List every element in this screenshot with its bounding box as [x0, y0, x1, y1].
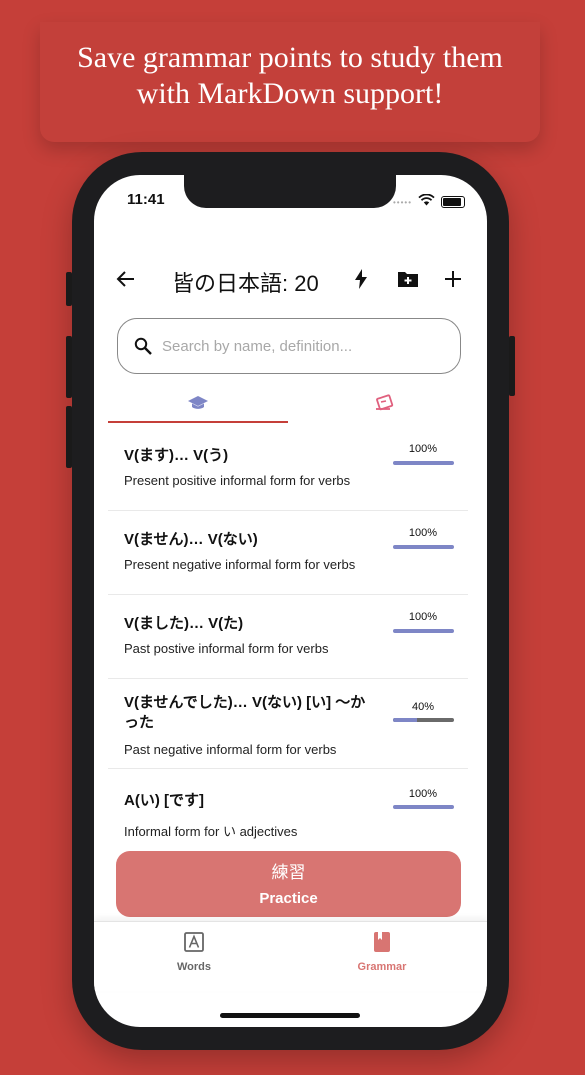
grammar-row[interactable]: V(ません)… V(ない) Present negative informal … — [108, 511, 468, 595]
flashcard-icon — [373, 393, 395, 417]
progress-label: 100% — [408, 443, 438, 455]
grammar-description: Past negative informal form for verbs — [124, 742, 337, 757]
progress-label: 100% — [408, 788, 438, 800]
grammar-description: Past postive informal form for verbs — [124, 641, 329, 656]
progress-label: 100% — [408, 611, 438, 623]
phone-volume-up — [66, 336, 72, 398]
phone-notch — [184, 175, 396, 208]
status-icons: ••••• — [393, 193, 465, 211]
phone-power-button — [509, 336, 515, 396]
plus-icon[interactable] — [444, 265, 462, 296]
tab-bar — [108, 387, 474, 425]
search-field[interactable] — [117, 318, 461, 374]
grammar-row[interactable]: A(い) [です] Informal form for い adjectives… — [108, 769, 468, 853]
phone-mute-switch — [66, 272, 72, 306]
flash-icon[interactable] — [354, 265, 368, 297]
app-screen: 11:41 ••••• 皆の日本語: 20 Search by name, de… — [94, 175, 487, 1027]
search-icon — [132, 335, 154, 357]
progress-bar — [393, 718, 454, 722]
nav-item-words[interactable]: Words — [134, 932, 254, 973]
grammar-name: V(ませんでした)… V(ない) [い] 〜かった — [124, 694, 366, 731]
grammar-description: Present positive informal form for verbs — [124, 473, 351, 488]
grammar-list: V(ます)… V(う) Present positive informal fo… — [108, 427, 468, 853]
nav-label-words: Words — [176, 961, 212, 973]
progress-bar — [393, 805, 454, 809]
progress-bar — [393, 545, 454, 549]
signal-dots: ••••• — [392, 197, 412, 207]
page-title: 皆の日本語: 20 — [172, 271, 319, 296]
phone-volume-down — [66, 406, 72, 468]
grammar-name: V(ます)… V(う) — [124, 447, 229, 464]
graduation-cap-icon — [187, 395, 209, 416]
active-tab-indicator — [108, 421, 288, 423]
banner-line-1: Save grammar points to study them — [77, 41, 503, 74]
nav-item-grammar[interactable]: Grammar — [322, 932, 442, 973]
grammar-row[interactable]: V(ました)… V(た) Past postive informal form … — [108, 595, 468, 679]
promo-banner: Save grammar points to study them with M… — [40, 22, 540, 142]
tab-flashcards[interactable] — [294, 387, 474, 423]
bottom-navigation: Words Grammar — [94, 921, 487, 991]
battery-icon — [441, 196, 465, 208]
status-time: 11:41 — [127, 191, 165, 208]
progress-bar — [393, 461, 454, 465]
app-header: 皆の日本語: 20 — [94, 263, 487, 297]
wifi-icon — [418, 193, 435, 211]
back-arrow-icon[interactable] — [116, 265, 136, 296]
grammar-name: A(い) [です] — [124, 792, 204, 809]
grammar-description: Informal form for い adjectives — [124, 824, 298, 839]
practice-label-jp: 練習 — [271, 862, 306, 882]
grammar-name: V(ました)… V(た) — [124, 615, 244, 632]
grammar-name: V(ません)… V(ない) — [124, 531, 258, 548]
practice-button[interactable]: 練習 Practice — [116, 851, 461, 917]
progress-label: 40% — [411, 701, 435, 713]
practice-label-en: Practice — [259, 889, 318, 907]
banner-line-2: with MarkDown support! — [136, 77, 444, 110]
progress-label: 100% — [408, 527, 438, 539]
book-icon — [373, 932, 391, 956]
grammar-description: Present negative informal form for verbs — [124, 557, 356, 572]
grammar-row[interactable]: V(ます)… V(う) Present positive informal fo… — [108, 427, 468, 511]
folder-add-icon[interactable] — [397, 265, 419, 296]
progress-bar — [393, 629, 454, 633]
grammar-row[interactable]: V(ませんでした)… V(ない) [い] 〜かった Past negative … — [108, 679, 468, 769]
search-input[interactable] — [162, 337, 442, 355]
home-indicator — [220, 1013, 360, 1018]
tab-grammar-study[interactable] — [108, 387, 288, 423]
nav-label-grammar: Grammar — [357, 961, 407, 973]
letter-a-icon — [184, 932, 204, 956]
